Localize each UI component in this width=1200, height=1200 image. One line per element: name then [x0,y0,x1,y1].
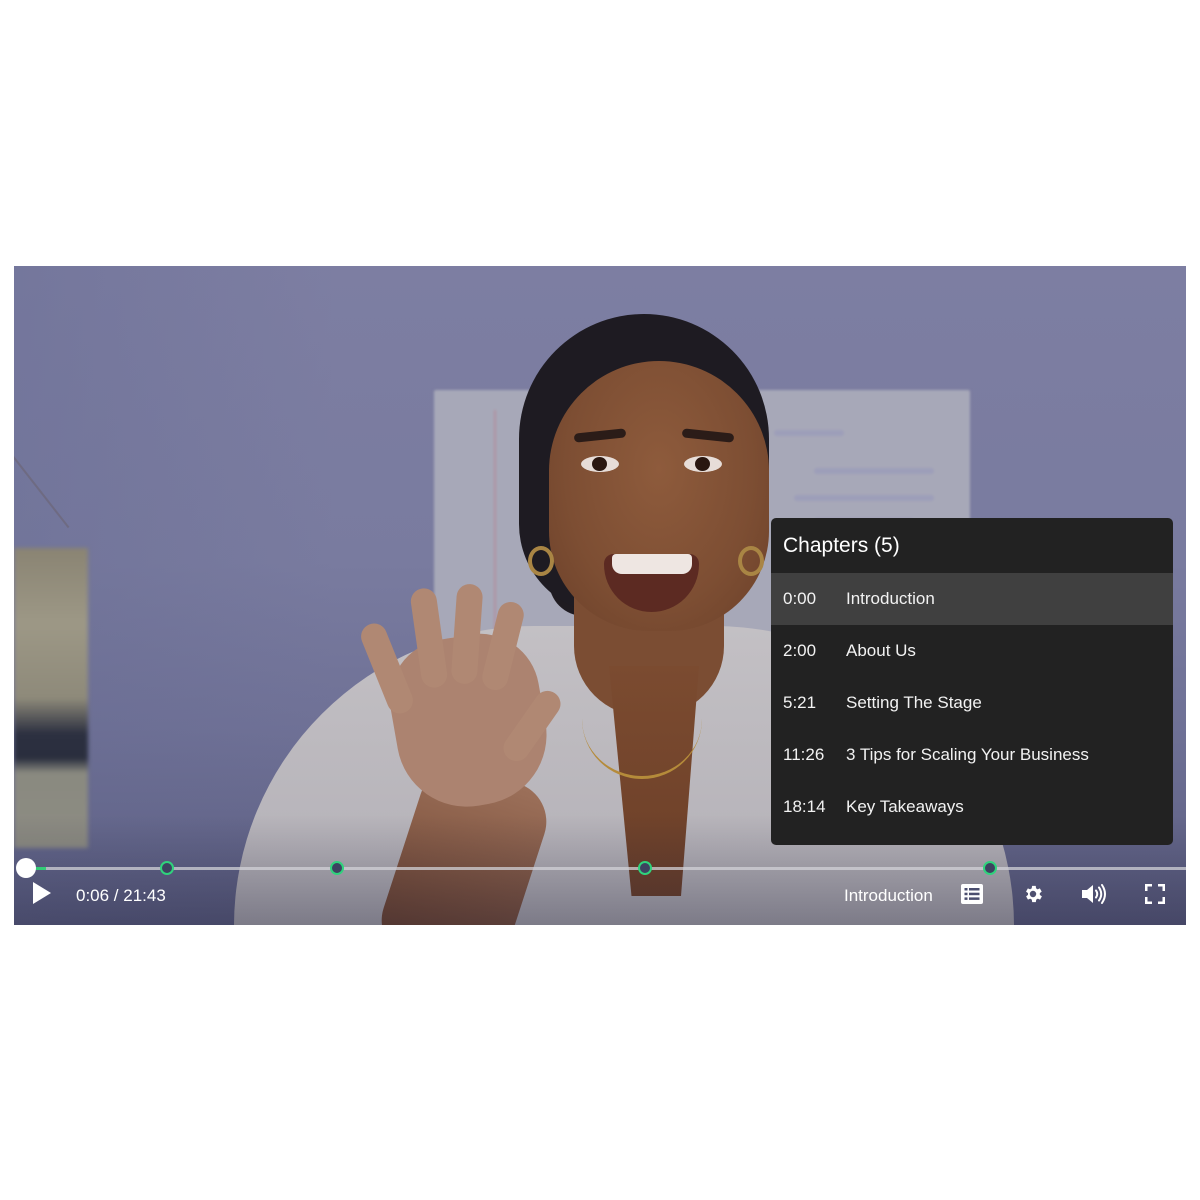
chapter-item[interactable]: 0:00 Introduction [771,573,1173,625]
earring [738,546,764,576]
progress-bar[interactable] [26,867,1186,870]
time-display: 0:06 / 21:43 [76,886,166,905]
volume-button[interactable] [1081,881,1107,907]
chapter-title: Setting The Stage [846,693,982,712]
chapters-list-icon [961,884,983,904]
chapter-time: 11:26 [783,745,825,764]
chapter-title: Introduction [846,589,935,608]
gear-icon [1026,885,1042,903]
chapter-marker[interactable] [329,861,344,875]
chapter-title: 3 Tips for Scaling Your Business [846,745,1089,764]
chapter-time: 0:00 [783,589,817,608]
chapter-item[interactable]: 11:26 3 Tips for Scaling Your Business [771,729,1173,781]
whiteboard-writing [774,430,844,436]
chapters-title: Chapters (5) [783,533,900,557]
chapters-list: 0:00 Introduction 2:00 About Us 5:21 Setting … [771,573,1173,833]
chapter-item[interactable]: 2:00 About Us [771,625,1173,677]
chapter-time: 18:14 [783,797,826,816]
play-button[interactable] [30,880,54,906]
whiteboard-writing [794,495,934,501]
chapter-item[interactable]: 5:21 Setting The Stage [771,677,1173,729]
chapter-title: Key Takeaways [846,797,964,816]
chapter-title: About Us [846,641,916,660]
chapters-button[interactable] [959,881,985,907]
whiteboard-writing [814,468,934,474]
chapter-item[interactable]: 18:14 Key Takeaways [771,781,1173,833]
eye [581,456,619,472]
video-player[interactable]: Chapters (5) 0:00 Introduction 2:00 About U… [14,266,1186,925]
play-icon [33,882,51,904]
fullscreen-icon [1145,884,1165,904]
fullscreen-button[interactable] [1142,881,1168,907]
eye [684,456,722,472]
chapter-marker[interactable] [982,861,997,875]
current-chapter-label: Introduction [844,886,933,905]
wall-hanging [14,548,88,848]
chapters-panel: Chapters (5) 0:00 Introduction 2:00 About U… [771,518,1173,845]
settings-button[interactable] [1020,881,1046,907]
chapter-time: 2:00 [783,641,817,660]
scrubber-handle[interactable] [16,858,36,878]
teeth [612,554,692,574]
earring [528,546,554,576]
chapter-time: 5:21 [783,693,817,712]
chapter-marker[interactable] [159,861,174,875]
volume-icon [1082,884,1106,904]
